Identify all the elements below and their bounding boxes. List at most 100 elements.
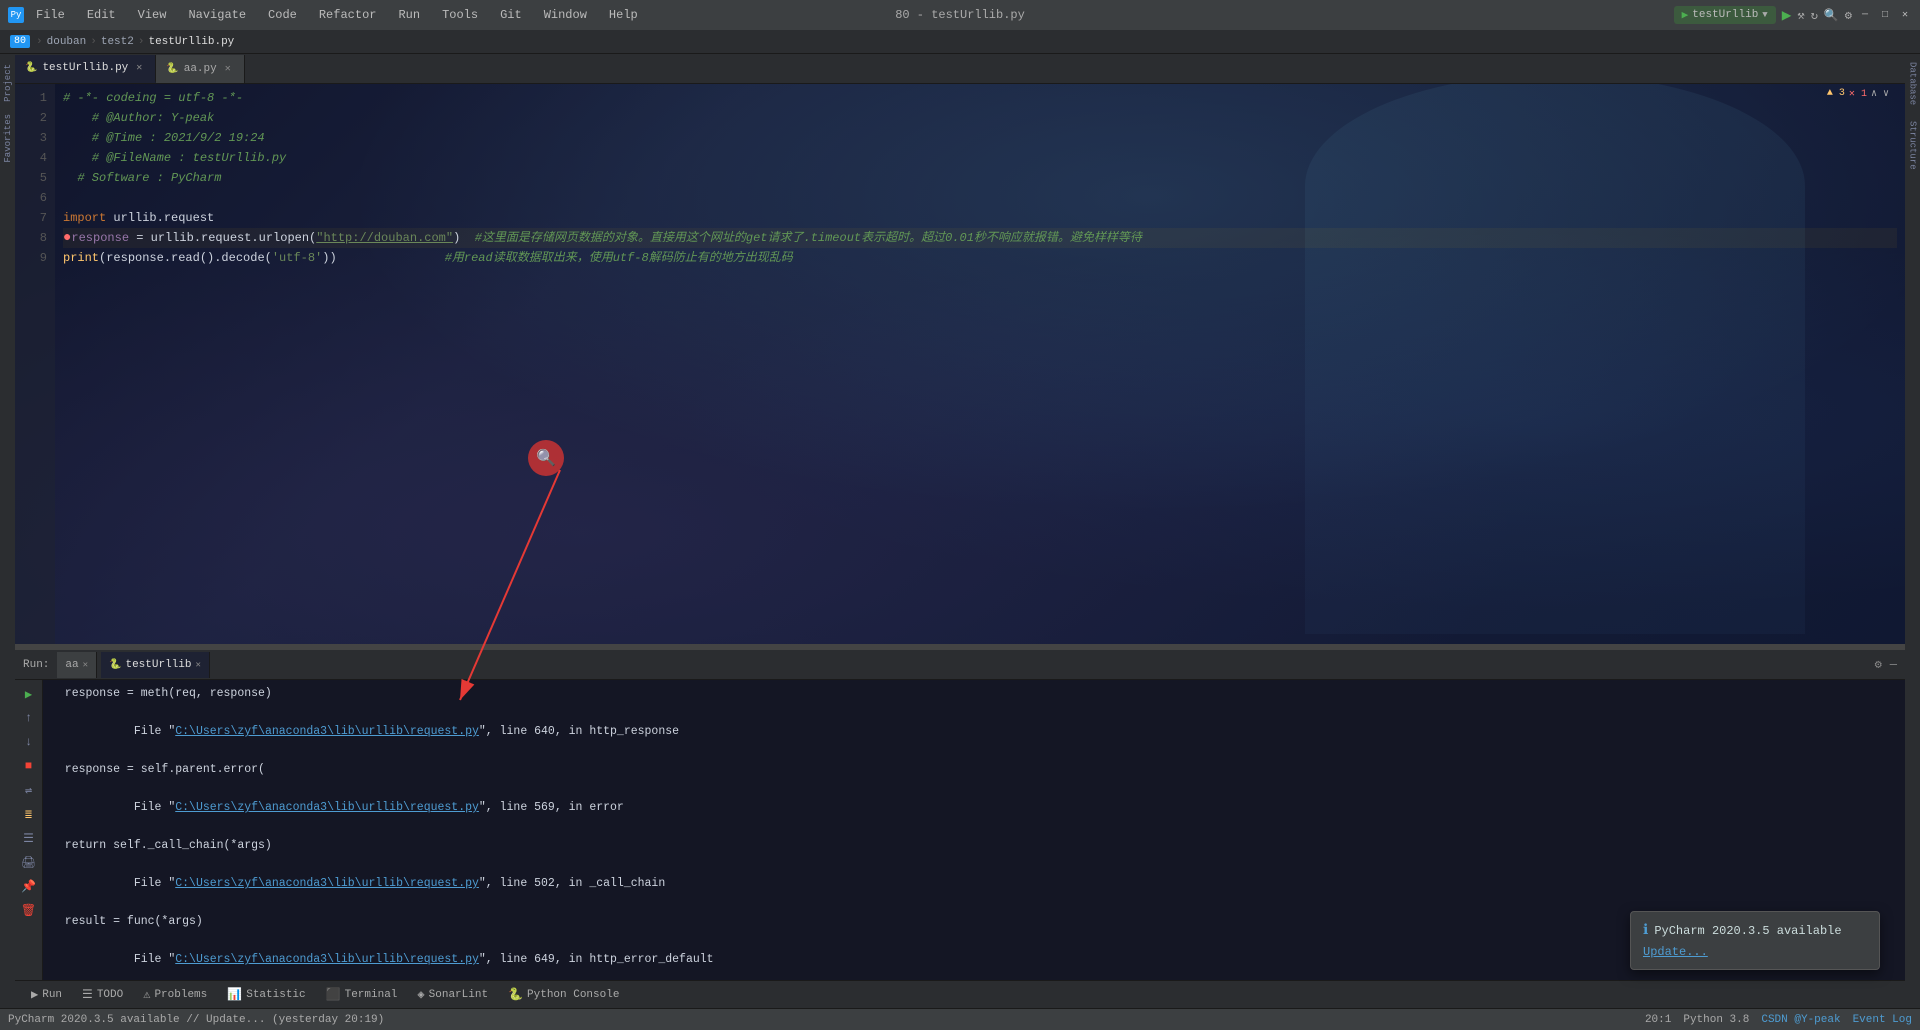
warning-badge[interactable]: ▲ 3 xyxy=(1827,88,1845,100)
terminal-btn-label: Terminal xyxy=(345,989,398,1001)
run-toolbar-btn[interactable]: ▶ Run xyxy=(23,984,70,1006)
notification-title: ℹ PyCharm 2020.3.5 available xyxy=(1643,922,1867,939)
window-title: 80 - testUrllib.py xyxy=(895,8,1025,22)
title-bar: Py File Edit View Navigate Code Refactor… xyxy=(0,0,1920,30)
menu-tools[interactable]: Tools xyxy=(438,6,482,24)
update-link[interactable]: Update... xyxy=(1643,945,1708,959)
statistic-btn-label: Statistic xyxy=(246,989,305,1001)
menu-navigate[interactable]: Navigate xyxy=(184,6,250,24)
breadcrumb-test2[interactable]: test2 xyxy=(101,36,134,48)
run-tab-testurllib-label: testUrllib xyxy=(125,659,191,671)
clear-button[interactable]: 🗑 xyxy=(19,900,39,920)
code-content[interactable]: # -*- codeing = utf-8 -*- # @Author: Y-p… xyxy=(55,84,1905,644)
run-tab-aa-close[interactable]: ✕ xyxy=(83,660,88,670)
notification-text: PyCharm 2020.3.5 available xyxy=(1654,924,1841,938)
code-line-5: # Software : PyCharm xyxy=(63,168,1897,188)
soft-wrap-button[interactable]: ≣ xyxy=(19,804,39,824)
output-link-5[interactable]: C:\Users\zyf\anaconda3\lib\urllib\reques… xyxy=(175,877,479,890)
terminal-toolbar-btn[interactable]: ⬛ Terminal xyxy=(318,984,406,1006)
run-tab-aa-label: aa xyxy=(65,659,78,671)
code-editor[interactable]: ▲ 3 ✕ 1 ∧ ∨ 1 2 3 4 5 6 7 8 9 xyxy=(15,84,1905,644)
tab-close[interactable]: ✕ xyxy=(133,62,145,74)
tab-testurllib[interactable]: 🐍 testUrllib.py ✕ xyxy=(15,55,156,83)
menu-edit[interactable]: Edit xyxy=(83,6,120,24)
python-console-toolbar-btn[interactable]: 🐍 Python Console xyxy=(500,984,627,1006)
bottom-toolbar: ▶ Run ☰ TODO ⚠ Problems 📊 Statistic ⬛ xyxy=(15,980,1905,1008)
menu-window[interactable]: Window xyxy=(540,6,591,24)
output-area[interactable]: response = meth(req, response) File "C:\… xyxy=(43,680,1905,980)
right-sidebar: Database Structure xyxy=(1905,54,1920,1008)
output-line-2: response = self.parent.error( xyxy=(51,760,1897,779)
maximize-button[interactable]: □ xyxy=(1878,8,1892,22)
close-button[interactable]: ✕ xyxy=(1898,8,1912,22)
tab-aa[interactable]: 🐍 aa.py ✕ xyxy=(156,55,244,83)
statistic-toolbar-btn[interactable]: 📊 Statistic xyxy=(219,984,313,1006)
nav-arrows[interactable]: ∧ ∨ xyxy=(1871,88,1889,100)
terminal-icon: ⬛ xyxy=(326,987,341,1002)
menu-refactor[interactable]: Refactor xyxy=(315,6,381,24)
notification-popup: ℹ PyCharm 2020.3.5 available Update... xyxy=(1630,911,1880,970)
code-line-1: # -*- codeing = utf-8 -*- xyxy=(63,88,1897,108)
filter-button[interactable]: ☰ xyxy=(19,828,39,848)
code-line-4: # @FileName : testUrllib.py xyxy=(63,148,1897,168)
run-button[interactable]: ▶ xyxy=(1782,5,1792,25)
left-sidebar: Project Favorites xyxy=(0,54,15,1008)
minimize-button[interactable]: ─ xyxy=(1858,8,1872,22)
run-label: Run: xyxy=(23,659,49,671)
menu-view[interactable]: View xyxy=(134,6,171,24)
build-button[interactable]: ⚒ xyxy=(1797,8,1804,23)
menu-file[interactable]: File xyxy=(32,6,69,24)
info-icon: ℹ xyxy=(1643,922,1648,939)
sidebar-label-database[interactable]: Database xyxy=(1908,58,1918,109)
print-button[interactable]: 🖨 xyxy=(19,852,39,872)
menu-code[interactable]: Code xyxy=(264,6,301,24)
run-panel-controls: ⚙ ─ xyxy=(1875,657,1897,672)
sidebar-label-project[interactable]: Project xyxy=(3,58,13,108)
run-config-selector[interactable]: ▶ testUrllib ▼ xyxy=(1674,6,1776,24)
todo-toolbar-btn[interactable]: ☰ TODO xyxy=(74,984,131,1006)
refresh-button[interactable]: ↻ xyxy=(1811,8,1818,23)
app-icon: Py xyxy=(8,7,24,23)
output-link-1[interactable]: C:\Users\zyf\anaconda3\lib\urllib\reques… xyxy=(175,725,479,738)
tab-close-2[interactable]: ✕ xyxy=(222,63,234,75)
code-line-3: # @Time : 2021/9/2 19:24 xyxy=(63,128,1897,148)
output-link-3[interactable]: C:\Users\zyf\anaconda3\lib\urllib\reques… xyxy=(175,801,479,814)
code-line-2: # @Author: Y-peak xyxy=(63,108,1897,128)
wrap-button[interactable]: ⇌ xyxy=(19,780,39,800)
output-link-7[interactable]: C:\Users\zyf\anaconda3\lib\urllib\reques… xyxy=(175,953,479,966)
output-line-5: File "C:\Users\zyf\anaconda3\lib\urllib\… xyxy=(51,855,1897,912)
csdn-link[interactable]: CSDN @Y-peak xyxy=(1761,1014,1840,1026)
problems-toolbar-btn[interactable]: ⚠ Problems xyxy=(135,984,215,1006)
breadcrumb-file[interactable]: testUrllib.py xyxy=(148,36,234,48)
tab-label-2: aa.py xyxy=(184,63,217,75)
scroll-down-button[interactable]: ↓ xyxy=(19,732,39,752)
search-everywhere-button[interactable]: 🔍 xyxy=(1824,8,1839,23)
play-button[interactable]: ▶ xyxy=(19,684,39,704)
settings-button[interactable]: ⚙ xyxy=(1845,8,1852,23)
sidebar-label-structure[interactable]: Structure xyxy=(1908,117,1918,174)
run-collapse-icon[interactable]: ─ xyxy=(1890,658,1897,672)
run-tab-aa[interactable]: aa ✕ xyxy=(57,652,97,678)
output-line-1: File "C:\Users\zyf\anaconda3\lib\urllib\… xyxy=(51,703,1897,760)
sonarlint-toolbar-btn[interactable]: ◈ SonarLint xyxy=(409,984,496,1006)
run-settings-icon[interactable]: ⚙ xyxy=(1875,657,1882,672)
code-line-6 xyxy=(63,188,1897,208)
event-log-link[interactable]: Event Log xyxy=(1853,1014,1912,1026)
run-tab-testurllib[interactable]: 🐍 testUrllib ✕ xyxy=(101,652,210,678)
title-bar-right: ▶ testUrllib ▼ ▶ ⚒ ↻ 🔍 ⚙ ─ □ ✕ xyxy=(1674,5,1912,25)
statistic-icon: 📊 xyxy=(227,987,242,1002)
menu-help[interactable]: Help xyxy=(605,6,642,24)
error-badge[interactable]: ✕ 1 xyxy=(1849,88,1867,100)
menu-git[interactable]: Git xyxy=(496,6,526,24)
menu-run[interactable]: Run xyxy=(394,6,424,24)
breadcrumb-douban[interactable]: douban xyxy=(47,36,87,48)
stop-button[interactable]: ■ xyxy=(19,756,39,776)
run-icon: ▶ xyxy=(31,987,38,1002)
sidebar-label-favorites[interactable]: Favorites xyxy=(3,108,13,169)
editor-section: 🐍 testUrllib.py ✕ 🐍 aa.py ✕ ▲ 3 ✕ 1 xyxy=(15,54,1905,1008)
scroll-up-button[interactable]: ↑ xyxy=(19,708,39,728)
output-line-0: response = meth(req, response) xyxy=(51,684,1897,703)
main-layout: Project Favorites 🐍 testUrllib.py ✕ 🐍 aa… xyxy=(0,54,1920,1008)
pin-button[interactable]: 📌 xyxy=(19,876,39,896)
run-tab-testurllib-close[interactable]: ✕ xyxy=(196,660,201,670)
